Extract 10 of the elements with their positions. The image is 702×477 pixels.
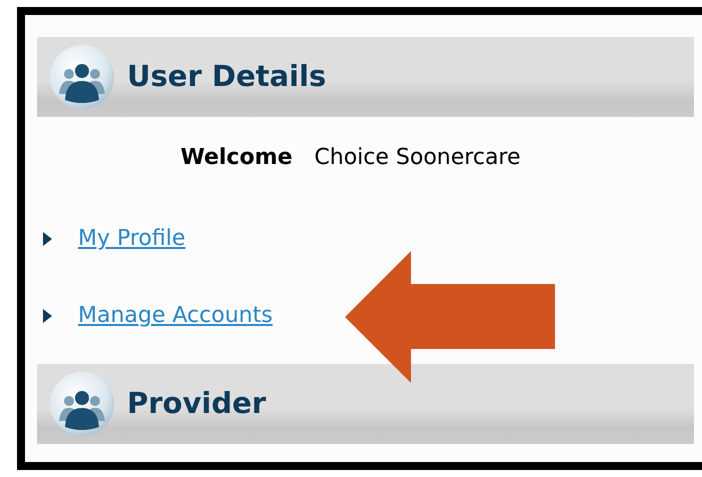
welcome-label: Welcome [180,144,292,172]
nav-link[interactable]: Manage Accounts [78,299,273,332]
caret-icon [43,308,52,322]
caret-icon [43,232,52,246]
people-icon [49,371,115,437]
nav-link[interactable]: My Profile [78,222,186,255]
section-title: User Details [127,58,326,96]
people-icon [49,44,115,110]
user-name: Choice Soonercare [314,144,521,172]
section-title: Provider [127,385,266,422]
